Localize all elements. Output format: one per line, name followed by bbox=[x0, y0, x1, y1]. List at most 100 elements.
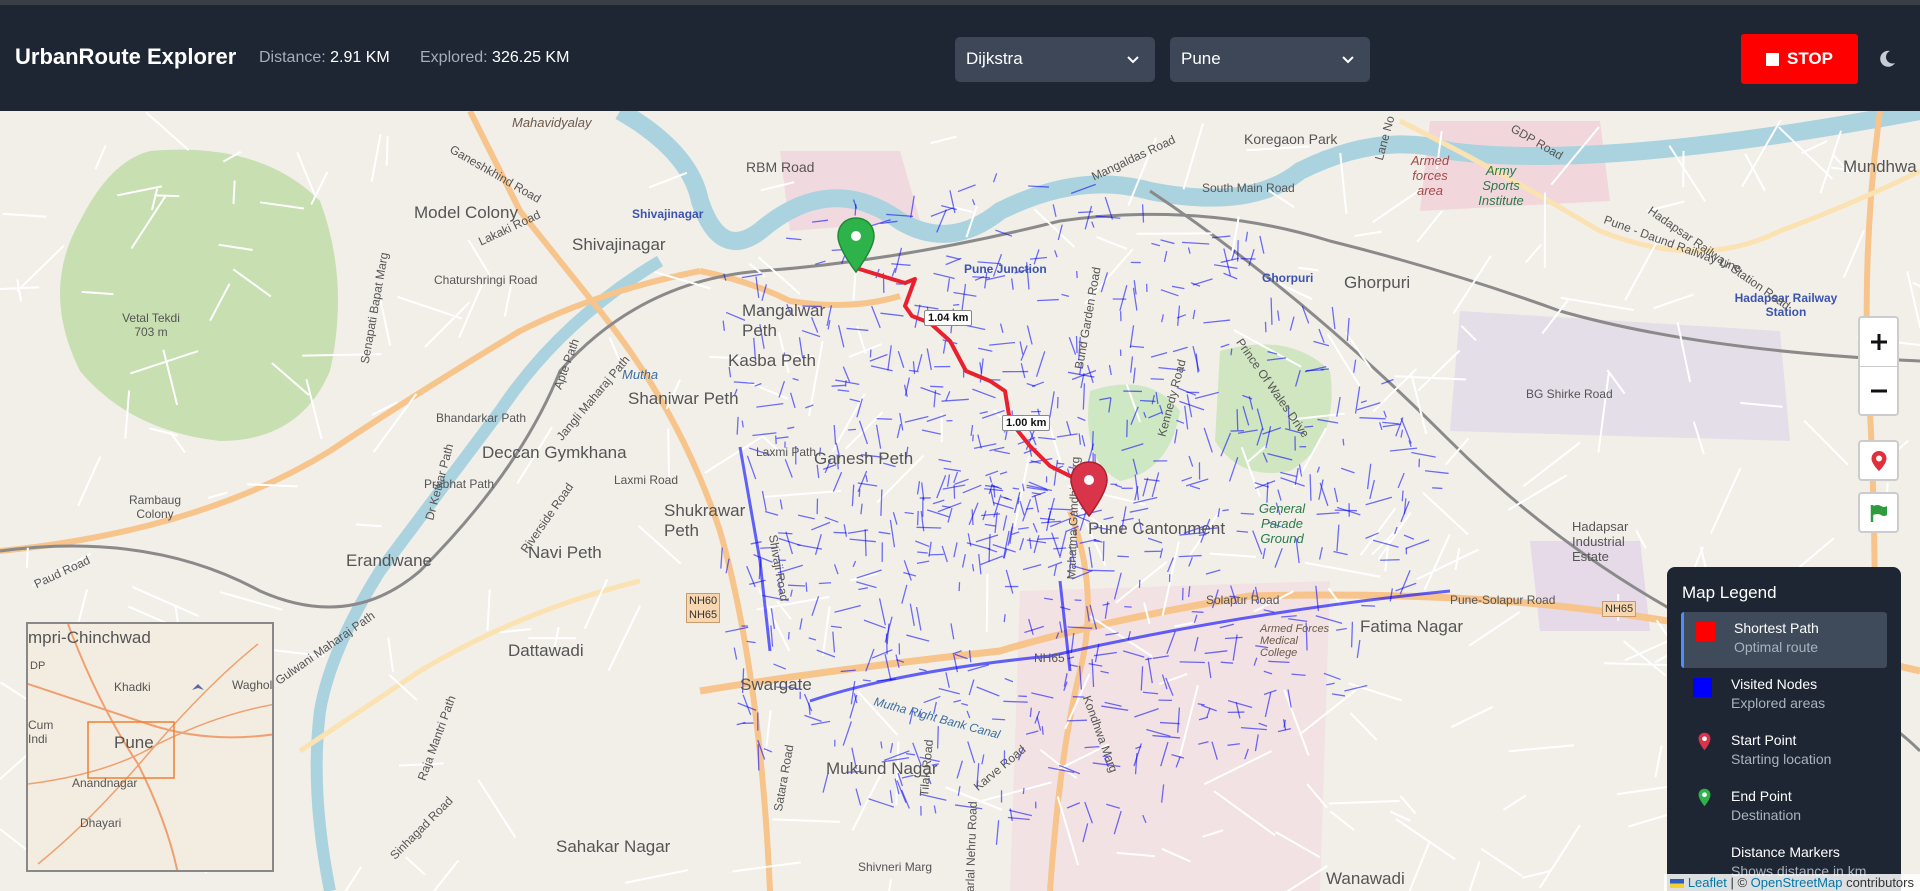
visited-edge bbox=[1213, 264, 1238, 270]
minor-road bbox=[667, 428, 671, 479]
distance-marker: 1.04 km bbox=[924, 310, 973, 326]
map-label: Shukrawar Peth bbox=[664, 501, 746, 540]
start-point-marker[interactable] bbox=[1069, 460, 1109, 518]
end-point-marker[interactable] bbox=[836, 216, 876, 274]
visited-edge bbox=[1019, 538, 1025, 551]
visited-edge bbox=[916, 510, 919, 526]
set-end-button[interactable] bbox=[1858, 492, 1899, 533]
visited-edge bbox=[1401, 490, 1404, 502]
visited-edge bbox=[903, 560, 912, 581]
legend-item-visited-nodes[interactable]: Visited Nodes Explored areas bbox=[1681, 668, 1887, 724]
visited-edge bbox=[797, 514, 815, 520]
visited-edge bbox=[1041, 520, 1062, 524]
visited-edge bbox=[966, 710, 971, 719]
visited-edge bbox=[1019, 500, 1025, 516]
visited-edge bbox=[938, 687, 960, 695]
distance-stat: Distance: 2.91 KM bbox=[259, 49, 390, 67]
visited-edge bbox=[1360, 400, 1367, 404]
minor-road bbox=[1508, 744, 1575, 753]
minor-road bbox=[1013, 456, 1030, 528]
algorithm-select[interactable]: Dijkstra bbox=[955, 37, 1155, 82]
legend-item-shortest-path[interactable]: Shortest Path Optimal route bbox=[1681, 612, 1887, 668]
legend-item-desc: Destination bbox=[1731, 807, 1802, 823]
visited-edge bbox=[952, 303, 960, 306]
visited-edge bbox=[862, 679, 871, 682]
visited-edge bbox=[945, 390, 951, 402]
visited-edge bbox=[968, 502, 979, 526]
zoom-out-button[interactable] bbox=[1860, 366, 1897, 414]
minor-road bbox=[1209, 552, 1257, 558]
minor-road bbox=[1096, 236, 1128, 250]
minor-road bbox=[1417, 349, 1461, 392]
visited-edge bbox=[1188, 557, 1193, 567]
visited-edge bbox=[833, 424, 837, 445]
leaflet-link[interactable]: Leaflet bbox=[1688, 875, 1727, 890]
minimap[interactable]: mpri-Chinchwad Khadki Waghol Pune Anandn… bbox=[26, 622, 274, 872]
visited-edge bbox=[1130, 356, 1134, 373]
visited-edge bbox=[837, 389, 850, 392]
stop-button-label: STOP bbox=[1787, 49, 1833, 68]
city-select[interactable]: Pune bbox=[1170, 37, 1370, 82]
visited-edge bbox=[837, 324, 845, 348]
visited-edge bbox=[804, 714, 822, 722]
visited-edge bbox=[1313, 340, 1330, 347]
visited-edge bbox=[1334, 509, 1358, 512]
legend-item-name: End Point bbox=[1731, 788, 1792, 804]
visited-edge bbox=[778, 380, 786, 398]
visited-edge bbox=[891, 263, 911, 266]
map-label: Rambaug Colony bbox=[128, 493, 182, 521]
map-label: Laxmi Path bbox=[756, 445, 817, 459]
minor-road bbox=[772, 818, 841, 823]
stop-button[interactable]: STOP bbox=[1741, 34, 1858, 84]
visited-edge bbox=[1129, 345, 1145, 349]
visited-edge bbox=[1019, 341, 1024, 355]
minor-road bbox=[1348, 682, 1403, 702]
minimap-label: mpri-Chinchwad bbox=[28, 628, 151, 647]
map-view[interactable]: Mahavidyalay Koregaon Park RBM Road Mang… bbox=[0, 111, 1920, 891]
map-legend: Map Legend Shortest Path Optimal route V… bbox=[1667, 567, 1901, 891]
visited-edge bbox=[945, 257, 962, 266]
map-label: Kasba Peth bbox=[728, 351, 816, 370]
visited-edge bbox=[843, 524, 848, 537]
minor-road bbox=[1502, 794, 1527, 811]
set-start-button[interactable] bbox=[1858, 440, 1899, 481]
explored-label: Explored: bbox=[420, 49, 488, 66]
map-label: Shaniwar Peth bbox=[628, 389, 739, 408]
visited-edge bbox=[1041, 726, 1044, 735]
visited-edge bbox=[967, 741, 976, 764]
visited-edge bbox=[1397, 472, 1405, 489]
minor-road bbox=[1468, 861, 1481, 891]
map-label: Solapur Road bbox=[1206, 593, 1280, 607]
visited-edge bbox=[889, 743, 894, 754]
minor-road bbox=[1624, 237, 1660, 301]
theme-toggle-button[interactable] bbox=[1865, 39, 1909, 79]
visited-edge bbox=[878, 598, 886, 626]
visited-edge bbox=[1061, 293, 1070, 297]
visited-edge bbox=[1078, 433, 1082, 445]
zoom-in-button[interactable] bbox=[1860, 318, 1897, 366]
visited-edge bbox=[787, 631, 790, 640]
minor-road bbox=[1384, 537, 1390, 572]
visited-edge bbox=[961, 702, 969, 706]
legend-item-end-point[interactable]: End Point Destination bbox=[1681, 780, 1887, 836]
visited-edge bbox=[1259, 235, 1265, 254]
minor-road bbox=[1801, 140, 1828, 154]
minor-road bbox=[1389, 810, 1411, 822]
visited-edge bbox=[1056, 462, 1065, 465]
legend-item-start-point[interactable]: Start Point Starting location bbox=[1681, 724, 1887, 780]
chevron-down-icon bbox=[1127, 56, 1139, 64]
map-label: Hadapsar Industrial Estate bbox=[1572, 519, 1629, 564]
visited-edge bbox=[980, 555, 1004, 566]
osm-link[interactable]: OpenStreetMap bbox=[1751, 875, 1843, 890]
visited-edge bbox=[1188, 455, 1194, 467]
legend-title: Map Legend bbox=[1682, 583, 1777, 602]
visited-edge bbox=[746, 455, 757, 480]
visited-edge bbox=[967, 533, 972, 547]
minor-road bbox=[355, 523, 382, 528]
visited-edge bbox=[992, 543, 1016, 553]
visited-edge bbox=[995, 820, 1000, 845]
minor-road bbox=[849, 572, 878, 582]
map-attribution: Leaflet | © OpenStreetMap contributors bbox=[1664, 874, 1920, 891]
visited-edge bbox=[901, 789, 910, 809]
visited-edge bbox=[1032, 522, 1038, 533]
